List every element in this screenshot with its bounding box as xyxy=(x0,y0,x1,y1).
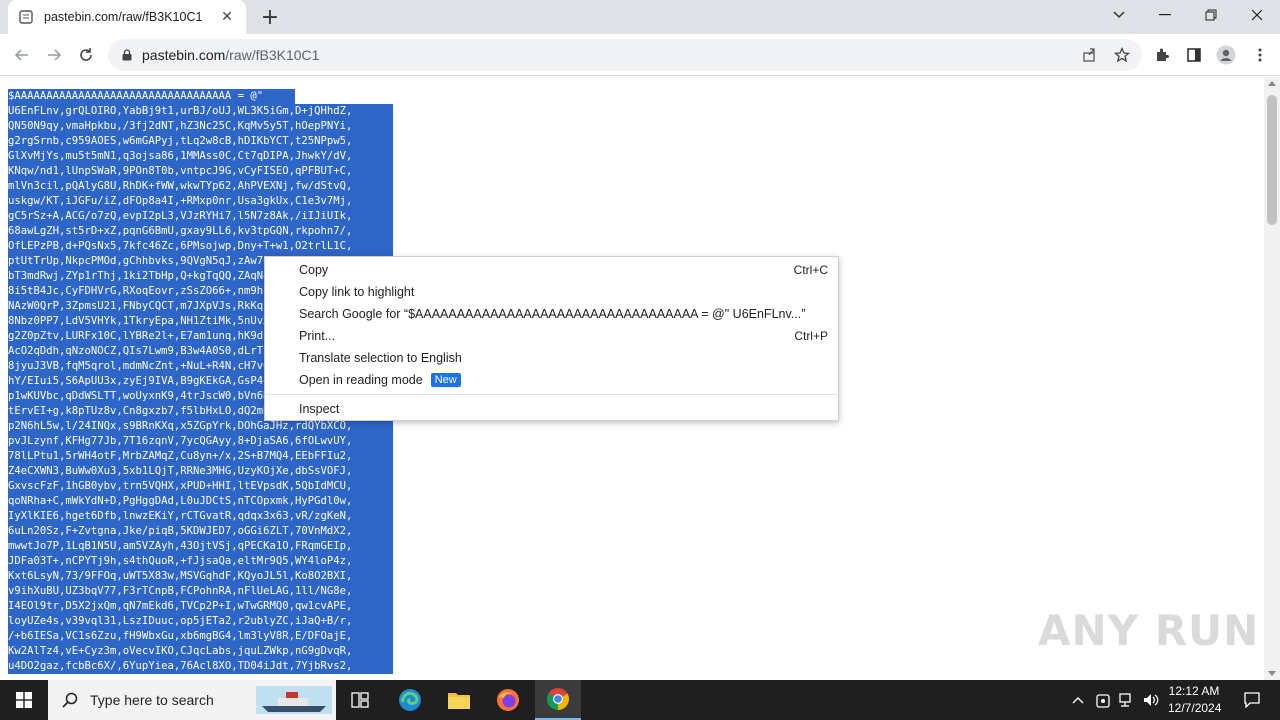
file-explorer-icon[interactable] xyxy=(439,680,479,720)
clock-time: 12:12 AM xyxy=(1168,684,1220,698)
text-line[interactable]: u4DO2gaz,fcbBc6X/,6YupYiea,76Acl8XO,TD04… xyxy=(8,659,393,674)
browser-toolbar: pastebin.com/raw/fB3K10C1 xyxy=(0,34,1280,76)
text-line[interactable]: v9ihXuBU,UZ3bqV77,F3rTCnpB,FCPohnRA,nFlU… xyxy=(8,584,393,599)
share-icon[interactable] xyxy=(1076,41,1104,69)
text-line[interactable]: pvJLzynf,KFHg77Jb,7T16zqnV,7ycQGAyy,8+Dj… xyxy=(8,434,393,449)
text-line[interactable]: p2N6hL5w,l/24INQx,s9BRnKXq,x5ZGpYrk,DOhG… xyxy=(8,419,393,434)
side-panel-icon[interactable] xyxy=(1180,41,1208,69)
text-line[interactable]: mwwtJo7P,1LqB1N5U,am5VZAyh,43OjtVSj,qPEC… xyxy=(8,539,393,554)
text-line[interactable]: QN50N9qy,vmaHpkbu,/3fj2dNT,hZ3Nc25C,KqMv… xyxy=(8,119,393,134)
menu-item-label: Inspect xyxy=(299,402,340,416)
text-line[interactable]: Kxt6LsyN,73/9FFOq,uWT5X83w,MSVGqhdF,KQyo… xyxy=(8,569,393,584)
menu-item-translate[interactable]: Translate selection to English xyxy=(265,347,838,369)
address-bar[interactable]: pastebin.com/raw/fB3K10C1 xyxy=(108,39,1142,71)
tab-search-icon[interactable] xyxy=(1096,0,1142,30)
menu-item-label: Open in reading mode xyxy=(299,373,423,387)
text-line[interactable]: I4EOl9tr,D5X2jxQm,qN7mEkd6,TVCp2P+I,wTwG… xyxy=(8,599,393,614)
back-icon[interactable] xyxy=(8,41,36,69)
text-line[interactable]: mlVn3cil,pQAlyG8U,RhDK+fWW,wkwTYp62,AhPV… xyxy=(8,179,393,194)
text-line[interactable]: uskgw/KT,iJGFu/iZ,dFOp8a4I,+RMxp0nr,Usa3… xyxy=(8,194,393,209)
page-icon xyxy=(18,9,34,25)
new-badge: New xyxy=(430,373,461,387)
extensions-icon[interactable] xyxy=(1148,41,1176,69)
scroll-up-icon[interactable] xyxy=(1268,81,1276,86)
menu-item-shortcut: Ctrl+C xyxy=(793,263,828,277)
context-menu: Copy Ctrl+C Copy link to highlight Searc… xyxy=(264,256,839,421)
lock-icon[interactable] xyxy=(120,48,134,62)
show-hidden-icons-icon[interactable] xyxy=(1068,680,1088,720)
text-line[interactable]: GxvscFzF,1hGB0ybv,trn5VQHX,xPUD+HHI,ltEV… xyxy=(8,479,393,494)
menu-item-reading-mode[interactable]: Open in reading mode New xyxy=(265,369,838,391)
text-line[interactable]: qoNRha+C,mWkYdN+D,PgHggDAd,L0uJDCtS,nTCO… xyxy=(8,494,393,509)
text-line[interactable]: IyXlKIE6,hget6Dfb,lnwzEKiY,rCTGvatR,qdqx… xyxy=(8,509,393,524)
text-line[interactable]: gC5rSz+A,ACG/o7zQ,evpI2pL3,VJzRYHi7,l5N7… xyxy=(8,209,393,224)
url-text: pastebin.com/raw/fB3K10C1 xyxy=(142,47,319,63)
text-line[interactable]: Z4eCXWN3,BuWw0Xu3,5xb1LQjT,RRNe3MHG,UzyK… xyxy=(8,464,393,479)
profile-avatar-icon[interactable] xyxy=(1212,41,1240,69)
tab-title: pastebin.com/raw/fB3K10C1 xyxy=(44,10,203,24)
scrollbar-thumb[interactable] xyxy=(1267,95,1277,225)
taskbar-search-box[interactable]: Type here to search xyxy=(48,680,336,720)
close-window-icon[interactable] xyxy=(1234,0,1280,30)
text-line[interactable]: $AAAAAAAAAAAAAAAAAAAAAAAAAAAAAAAAAA = @" xyxy=(8,89,295,104)
text-line[interactable]: U6EnFLnv,grQLOIRO,YabBj9t1,urBJ/oUJ,WL3K… xyxy=(8,104,393,119)
search-placeholder: Type here to search xyxy=(90,692,214,708)
chrome-icon[interactable] xyxy=(535,680,581,720)
menu-item-label: Copy link to highlight xyxy=(299,285,415,299)
new-tab-icon[interactable]: + xyxy=(258,5,282,30)
restore-icon[interactable] xyxy=(1188,0,1234,30)
text-line[interactable]: OfLEPzPB,d+PQsNx5,7kfc46Zc,6PMsojwp,Dny+… xyxy=(8,239,393,254)
network-icon[interactable] xyxy=(1116,680,1138,720)
volume-icon[interactable] xyxy=(1140,680,1162,720)
bookmark-star-icon[interactable] xyxy=(1108,41,1136,69)
search-icon xyxy=(62,692,78,708)
reload-icon[interactable] xyxy=(72,41,100,69)
url-path: /raw/fB3K10C1 xyxy=(225,47,320,63)
security-tray-icon[interactable] xyxy=(1092,680,1114,720)
text-line[interactable]: GlXvMjYs,mu5t5mN1,q3ojsa86,1MMAss0C,Ct7q… xyxy=(8,149,393,164)
text-line[interactable]: 6uLn20Sz,F+Zvtgna,Jke/piqB,5KDWJED7,oGGi… xyxy=(8,524,393,539)
task-view-icon[interactable] xyxy=(340,680,380,720)
vertical-scrollbar[interactable] xyxy=(1264,77,1280,680)
url-host: pastebin.com xyxy=(142,47,226,63)
tab-strip: pastebin.com/raw/fB3K10C1 ✕ + xyxy=(0,0,1280,34)
text-line[interactable]: 68awLgZH,st5rD+xZ,pqnG6BmU,gxay9LL6,kv3t… xyxy=(8,224,393,239)
menu-item-print[interactable]: Print... Ctrl+P xyxy=(265,325,838,347)
text-line[interactable]: /+b6IESa,VC1s6Zzu,fH9WbxGu,xb6mgBG4,lm3l… xyxy=(8,629,393,644)
menu-item-shortcut: Ctrl+P xyxy=(794,329,828,343)
text-line[interactable]: Kw2AlTz4,vE+Cyz3m,oVecvIKO,CJqcLabs,jquL… xyxy=(8,644,393,659)
forward-icon[interactable] xyxy=(40,41,68,69)
menu-item-label: Translate selection to English xyxy=(299,351,462,365)
menu-separator xyxy=(265,394,838,395)
menu-item-search-google[interactable]: Search Google for “$AAAAAAAAAAAAAAAAAAAA… xyxy=(265,303,838,325)
anyrun-watermark: ANY RUN xyxy=(1038,606,1260,655)
browser-tab[interactable]: pastebin.com/raw/fB3K10C1 ✕ xyxy=(8,0,246,34)
menu-item-label: Copy xyxy=(299,263,329,277)
tab-close-icon[interactable]: ✕ xyxy=(218,8,236,26)
search-highlight-ship-icon xyxy=(256,686,332,714)
menu-item-copy[interactable]: Copy Ctrl+C xyxy=(265,259,838,281)
edge-browser-icon[interactable] xyxy=(390,680,430,720)
windows-taskbar: Type here to search 12:12 AM 12/7/2024 xyxy=(0,680,1280,720)
windows-start-icon[interactable] xyxy=(0,680,48,720)
menu-item-inspect[interactable]: Inspect xyxy=(265,398,838,420)
clock-date: 12/7/2024 xyxy=(1168,701,1222,715)
menu-item-label: Search Google for “$AAAAAAAAAAAAAAAAAAAA… xyxy=(299,307,806,321)
firefox-icon[interactable] xyxy=(488,680,528,720)
text-line[interactable]: 78lLPtu1,5rWH4otF,MrbZAMqZ,Cu8yn+/x,2S+B… xyxy=(8,449,393,464)
taskbar-clock[interactable]: 12:12 AM 12/7/2024 xyxy=(1168,683,1222,717)
text-line[interactable]: g2rgSrnb,c959AOES,w6mGAPyj,tLq2w8cB,hDIK… xyxy=(8,134,393,149)
text-line[interactable]: loyUZe4s,v39vql31,LszIDuuc,op5jETa2,r2ub… xyxy=(8,614,393,629)
minimize-icon[interactable] xyxy=(1142,0,1188,30)
menu-kebab-icon[interactable] xyxy=(1246,41,1274,69)
menu-item-label: Print... xyxy=(299,329,336,343)
menu-item-copy-link[interactable]: Copy link to highlight xyxy=(265,281,838,303)
text-line[interactable]: KNqw/nd1,lUnpSWaR,9POn8T0b,vntpcJ9G,vCyF… xyxy=(8,164,393,179)
scroll-down-icon[interactable] xyxy=(1268,671,1276,676)
text-line[interactable]: JDFa03T+,nCPYTj9h,s4thQuoR,+fJjsaQa,eltM… xyxy=(8,554,393,569)
notifications-icon[interactable] xyxy=(1232,680,1272,720)
